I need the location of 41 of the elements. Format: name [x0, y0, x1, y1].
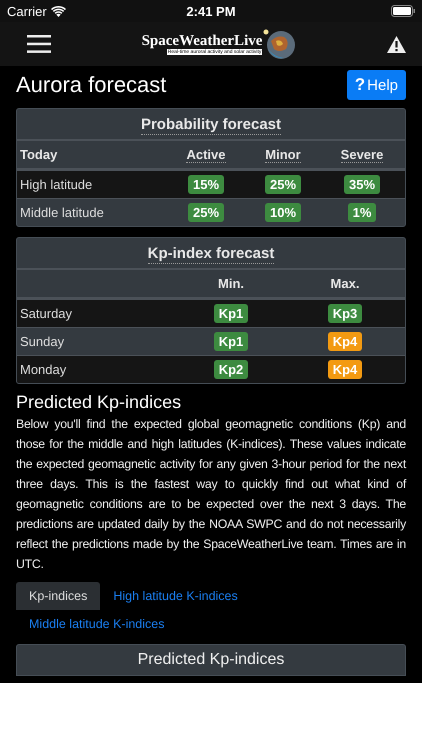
column-header: Minor: [265, 146, 301, 162]
tab[interactable]: High latitude K-indices: [100, 582, 251, 610]
column-header: Max.: [330, 276, 360, 291]
level-badge: Kp1: [214, 304, 248, 323]
level-badge: 35%: [344, 175, 380, 194]
level-badge: 25%: [264, 175, 302, 194]
globe-icon: [262, 27, 296, 61]
column-header: Severe: [340, 146, 384, 162]
card-title: Kp-index forecast: [148, 245, 274, 264]
carrier-label: Carrier: [7, 4, 47, 18]
row-label: Sunday: [20, 334, 66, 349]
level-badge: Kp3: [328, 304, 362, 323]
logo-title: SpaceWeatherLive: [142, 34, 262, 48]
level-badge: Kp4: [328, 360, 362, 379]
level-badge: 15%: [188, 175, 224, 194]
level-badge: Kp1: [214, 332, 248, 351]
level-badge: Kp4: [328, 332, 362, 351]
level-badge: Kp2: [214, 360, 248, 379]
menu-icon[interactable]: [27, 35, 51, 53]
battery-icon: [391, 5, 416, 17]
level-badge: 1%: [348, 203, 376, 222]
corner-header: Today: [20, 147, 58, 162]
tab[interactable]: Middle latitude K-indices: [16, 610, 178, 638]
row-label: Monday: [20, 362, 68, 377]
level-badge: 25%: [188, 203, 224, 222]
tab[interactable]: Kp-indices: [16, 582, 100, 610]
card-title: Probability forecast: [140, 116, 282, 135]
level-badge: 10%: [264, 203, 302, 222]
section-heading: Predicted Kp-indices: [16, 391, 182, 414]
row-label: Middle latitude: [20, 205, 105, 220]
column-header: Min.: [218, 276, 244, 291]
description-paragraph: Below you'll find the expected global geomagnetic conditions (Kp) and those for the middle and high latitudes (K-indices). These values indicate the expected geomagnetic activity for any given 3-hour period for the next three days. This is the fastest way to quickly find out what kind of geomagnetic conditions are to be expected over the next 3 days. The predictions are updated daily by the NOAA SWPC and do not necessarily reflect the predictions made by the SpaceWeatherLive team. Times are in UTC.: [16, 416, 406, 573]
warning-icon[interactable]: [386, 36, 406, 52]
row-label: Saturday: [20, 306, 74, 321]
page-title: Aurora forecast: [16, 72, 166, 98]
row-label: High latitude: [20, 177, 94, 192]
column-header: Active: [186, 146, 226, 162]
clock-time: 2:41 PM: [186, 4, 236, 18]
card-title: Predicted Kp-indices: [138, 651, 284, 669]
help-button[interactable]: ?Help: [346, 70, 406, 100]
wifi-icon: [50, 6, 66, 16]
